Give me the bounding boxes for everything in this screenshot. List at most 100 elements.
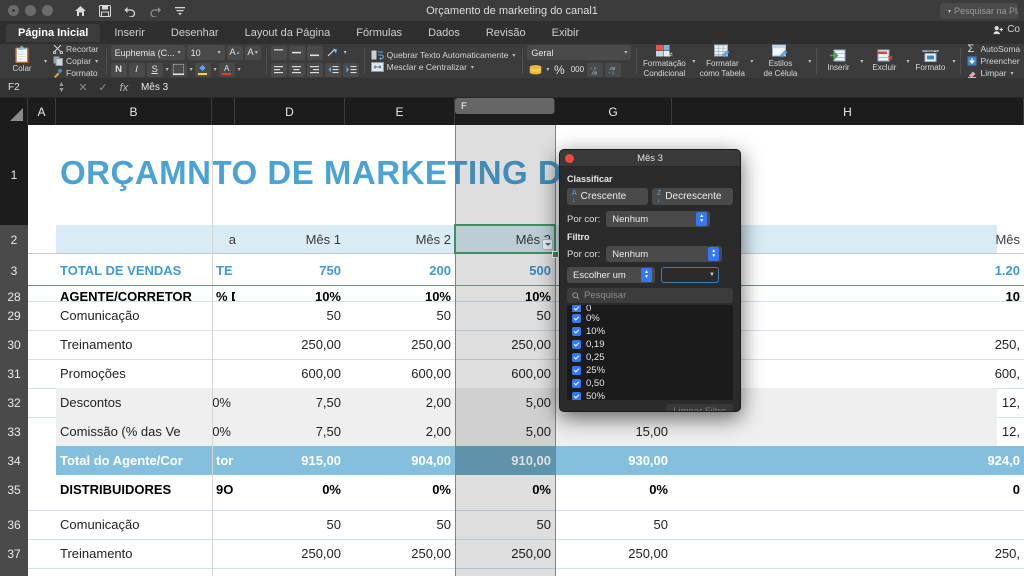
insert-dropdown-icon[interactable]: ▾ <box>860 58 863 65</box>
popover-search-field[interactable]: Pesquisar <box>567 288 733 303</box>
row-header-37[interactable]: 37 <box>0 539 28 568</box>
cell-b33[interactable]: Comissão (% das Ve <box>56 417 216 446</box>
filter-dropdown-button-f2[interactable] <box>542 239 553 250</box>
decrease-font-size-button[interactable]: A ▾ <box>244 45 261 60</box>
cell-b32[interactable]: Descontos <box>56 388 216 417</box>
font-color-button[interactable]: A <box>218 62 235 77</box>
currency-format-button[interactable] <box>527 63 543 77</box>
tab-dados[interactable]: Dados <box>416 24 472 42</box>
cell-c3[interactable]: TE <box>212 255 235 285</box>
cell-d32[interactable]: 7,50 <box>235 388 345 417</box>
align-top-button[interactable] <box>270 45 287 60</box>
minimize-window-button[interactable] <box>25 5 36 16</box>
cell-styles-dropdown-icon[interactable]: ▾ <box>808 58 811 65</box>
orientation-button[interactable] <box>325 46 341 60</box>
cell-g34[interactable]: 930,00 <box>555 446 672 475</box>
row-header-3[interactable]: 3 <box>0 255 28 286</box>
cell-h28[interactable]: 10 <box>918 284 1024 308</box>
row-header-34[interactable]: 34 <box>0 446 28 475</box>
cell-e32[interactable]: 2,00 <box>345 388 455 417</box>
list-item[interactable]: 0 <box>572 305 733 312</box>
cell-c34[interactable]: tor <box>212 446 235 475</box>
paste-dropdown-icon[interactable]: ▾ <box>44 58 47 65</box>
list-item[interactable]: 0,19 <box>572 338 733 351</box>
home-icon[interactable] <box>69 2 91 20</box>
cell-e35[interactable]: 0% <box>345 475 455 504</box>
cell-g35[interactable]: 0% <box>555 475 672 504</box>
borders-dropdown-icon[interactable]: ▾ <box>190 66 193 73</box>
cell-c33[interactable]: 0% <box>212 417 235 446</box>
format-as-table-dropdown-icon[interactable]: ▾ <box>750 58 753 65</box>
row-header-29[interactable]: 29 <box>0 301 28 330</box>
cell-h2[interactable]: Mês <box>918 225 1024 253</box>
decrease-indent-button[interactable] <box>324 62 341 77</box>
column-header-e[interactable]: E <box>345 98 455 125</box>
cell-e37[interactable]: 250,00 <box>345 539 455 568</box>
row-header-35[interactable]: 35 <box>0 475 28 504</box>
close-window-button[interactable] <box>8 5 19 16</box>
checkbox[interactable] <box>572 353 581 362</box>
increase-decimal-button[interactable]: +.0.00 <box>587 62 604 77</box>
row-header-2[interactable]: 2 <box>0 225 28 255</box>
cell-b35[interactable]: DISTRIBUIDORES <box>56 475 216 504</box>
font-size-select[interactable]: 10 ▾ <box>186 45 225 60</box>
wrap-text-button[interactable]: Quebrar Texto Automaticamente ▾ <box>369 50 518 61</box>
close-icon[interactable] <box>565 154 574 163</box>
currency-dropdown-icon[interactable]: ▾ <box>546 66 549 73</box>
delete-dropdown-icon[interactable]: ▾ <box>906 58 909 65</box>
cell-d36[interactable]: 50 <box>235 510 345 539</box>
filter-by-color-select[interactable]: Nenhum ▲ ▼ <box>606 246 723 262</box>
align-right-button[interactable] <box>306 62 323 77</box>
accept-entry-icon[interactable]: ✓ <box>93 81 113 94</box>
column-header-b[interactable]: B <box>56 98 212 125</box>
window-controls[interactable] <box>0 5 53 16</box>
row-header-1[interactable]: 1 <box>0 125 28 225</box>
redo-icon[interactable] <box>144 2 166 20</box>
cell-h35[interactable]: 0 <box>918 475 1024 504</box>
list-item[interactable]: 0,50 <box>572 377 733 390</box>
cell-d35[interactable]: 0% <box>235 475 345 504</box>
search-input[interactable]: ▾ Pesquisar na Plan <box>940 3 1018 19</box>
undo-icon[interactable] <box>119 2 141 20</box>
cell-d33[interactable]: 7,50 <box>235 417 345 446</box>
select-all-corner[interactable] <box>0 98 28 125</box>
save-icon[interactable] <box>94 2 116 20</box>
cell-e34[interactable]: 904,00 <box>345 446 455 475</box>
fill-handle[interactable] <box>552 251 559 258</box>
cell-h33[interactable]: 12, <box>918 417 1024 446</box>
cell-g37[interactable]: 250,00 <box>555 539 672 568</box>
increase-font-size-button[interactable]: A ▴ <box>226 45 243 60</box>
wrap-dropdown-icon[interactable]: ▾ <box>512 52 515 59</box>
cut-button[interactable]: Recortar <box>51 44 101 55</box>
checkbox[interactable] <box>572 327 581 336</box>
cell-styles-button[interactable]: Estilos de Célula <box>757 44 803 78</box>
clear-dropdown-icon[interactable]: ▾ <box>1010 70 1013 77</box>
row-header-36[interactable]: 36 <box>0 510 28 539</box>
font-color-dropdown-icon[interactable]: ▾ <box>238 66 241 73</box>
cell-e3[interactable]: 200 <box>345 255 455 285</box>
insert-function-icon[interactable]: fx <box>113 82 135 94</box>
chevron-down-icon[interactable]: ▾ <box>218 49 221 56</box>
list-item[interactable]: 0% <box>572 312 733 325</box>
name-box[interactable]: F2 <box>0 82 58 93</box>
customize-toolbar-icon[interactable] <box>169 2 191 20</box>
row-header-32[interactable]: 32 <box>0 388 28 417</box>
cell-h31[interactable]: 600, <box>918 359 1024 388</box>
clear-filter-button[interactable]: Limpar Filtro <box>666 404 733 411</box>
tab-revisao[interactable]: Revisão <box>474 24 538 42</box>
cell-b30[interactable]: Treinamento <box>56 330 216 359</box>
cell-c35[interactable]: 9O <box>212 475 235 504</box>
format-dropdown-icon[interactable]: ▾ <box>952 58 955 65</box>
column-header-c[interactable] <box>212 98 235 125</box>
fill-button[interactable]: Preencher ▾ <box>965 56 1024 67</box>
list-item[interactable]: 10% <box>572 325 733 338</box>
fill-color-button[interactable] <box>194 62 211 77</box>
cell-d3[interactable]: 750 <box>235 255 345 285</box>
checkbox[interactable] <box>572 379 581 388</box>
share-button[interactable]: Co <box>993 24 1020 35</box>
cell-b29[interactable]: Comunicação <box>56 301 216 330</box>
cell-e33[interactable]: 2,00 <box>345 417 455 446</box>
cell-c32[interactable]: 0% <box>212 388 235 417</box>
list-item[interactable]: 0,25 <box>572 351 733 364</box>
underline-button[interactable]: S <box>146 62 163 77</box>
